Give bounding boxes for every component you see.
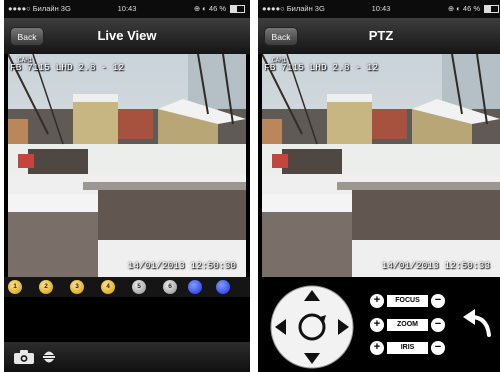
focus-plus-button[interactable]: + (370, 294, 384, 308)
focus-label: FOCUS (387, 295, 428, 307)
live-view-screen: ●●●●○ Билайн 3G 10:43 ⊕ ◐ 46 % Back Live… (4, 0, 250, 372)
preset-button-4[interactable]: 4 (101, 280, 115, 294)
navigation-bar: Back Live View (4, 18, 250, 55)
camera-model-overlay: FB 7115 LHD 2.8 - 12 (10, 62, 125, 73)
video-scene (262, 54, 500, 277)
preset-button-5[interactable]: 5 (132, 280, 146, 294)
preset-button-1[interactable]: 1 (8, 280, 22, 294)
video-timestamp: 14/01/2013 12:50:30 (127, 260, 236, 271)
camera-model-overlay: FB 7115 LHD 2.8 - 12 (264, 62, 379, 73)
curved-arrow-icon[interactable] (461, 307, 493, 337)
battery-icon (230, 5, 245, 13)
focus-minus-button[interactable]: − (431, 294, 445, 308)
ptz-control-panel: + FOCUS − + ZOOM − + IRIS − (258, 277, 500, 372)
battery-icon (484, 5, 499, 13)
preset-button-7[interactable] (188, 280, 202, 294)
bottom-toolbar (4, 342, 250, 372)
preset-button-6[interactable]: 6 (163, 280, 177, 294)
video-scene (8, 54, 246, 277)
record-icon[interactable] (42, 349, 56, 365)
navigation-bar: Back PTZ (258, 18, 500, 55)
camera-video-feed[interactable]: CAM1 FB 7115 LHD 2.8 - 12 14/01/2013 12:… (8, 54, 246, 277)
preset-button-8[interactable] (216, 280, 230, 294)
status-indicators: ⊕ ◐ 46 % (447, 4, 480, 13)
page-title: PTZ (368, 28, 394, 43)
camera-icon[interactable] (14, 350, 34, 364)
page-title: Live View (97, 28, 157, 43)
preset-button-2[interactable]: 2 (39, 280, 53, 294)
iris-label: IRIS (387, 342, 428, 354)
video-timestamp: 14/01/2013 12:50:33 (381, 260, 490, 271)
ptz-screen: ●●●●○ Билайн 3G 10:43 ⊕ ◐ 46 % Back PTZ (258, 0, 500, 372)
iris-plus-button[interactable]: + (370, 341, 384, 355)
zoom-plus-button[interactable]: + (370, 318, 384, 332)
camera-video-feed[interactable]: CAM1 FB 7115 LHD 2.8 - 12 14/01/2013 12:… (262, 54, 500, 277)
preset-bar: 1 2 3 4 5 6 (4, 277, 250, 297)
iris-control: + IRIS − (370, 341, 446, 355)
focus-control: + FOCUS − (370, 294, 446, 308)
iris-minus-button[interactable]: − (431, 341, 445, 355)
dpad-icon[interactable] (270, 285, 354, 369)
status-bar: ●●●●○ Билайн 3G 10:43 ⊕ ◐ 46 % (258, 0, 500, 18)
zoom-control: + ZOOM − (370, 318, 446, 332)
status-indicators: ⊕ ◐ 46 % (193, 4, 226, 13)
status-bar: ●●●●○ Билайн 3G 10:43 ⊕ ◐ 46 % (4, 0, 250, 18)
preset-button-3[interactable]: 3 (70, 280, 84, 294)
zoom-minus-button[interactable]: − (431, 318, 445, 332)
zoom-label: ZOOM (387, 319, 428, 331)
